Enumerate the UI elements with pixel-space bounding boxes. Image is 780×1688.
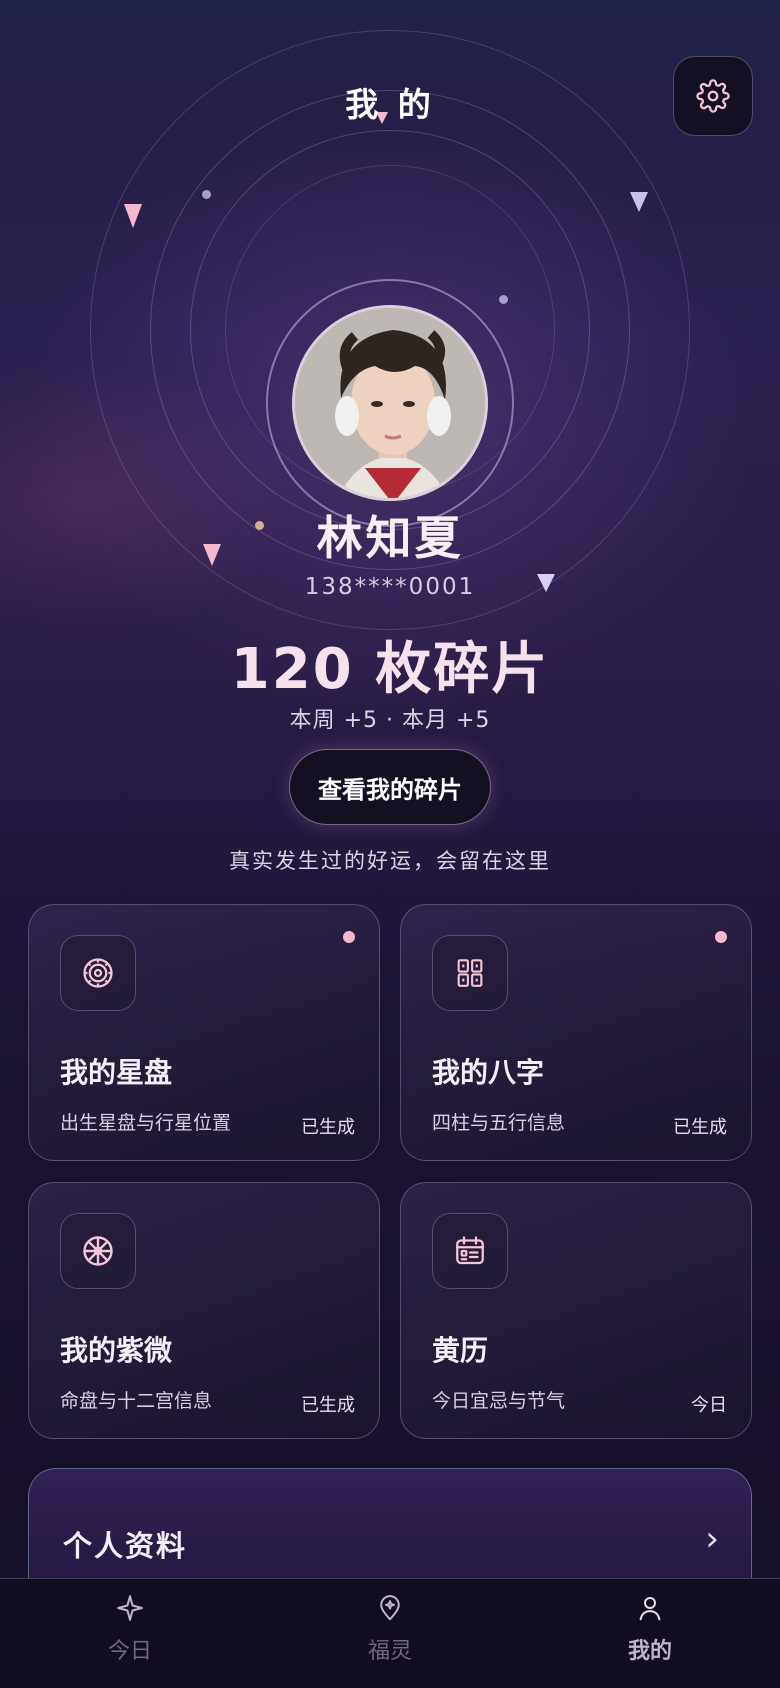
- card-icon-box: [60, 935, 136, 1011]
- sparkle-icon: [117, 1595, 143, 1621]
- card-icon-box: [432, 935, 508, 1011]
- wheel-icon: [83, 1236, 113, 1266]
- card-status: 已生成: [301, 1395, 355, 1416]
- avatar[interactable]: [292, 305, 488, 501]
- shard-icon: [630, 192, 648, 212]
- tab-mine[interactable]: 我的: [520, 1579, 780, 1688]
- astrolabe-icon: [83, 958, 113, 988]
- card-almanac[interactable]: 黄历 今日宜忌与节气 今日: [400, 1182, 752, 1439]
- card-title: 我的星盘: [60, 1056, 173, 1089]
- shard-icon: [124, 204, 142, 228]
- tagline: 真实发生过的好运，会留在这里: [229, 849, 551, 873]
- user-name: 林知夏: [316, 511, 464, 565]
- card-icon-box: [60, 1213, 136, 1289]
- card-description: 今日宜忌与节气: [432, 1390, 566, 1412]
- card-bazi[interactable]: 我的八字 四柱与五行信息 已生成: [400, 904, 752, 1161]
- card-description: 四柱与五行信息: [432, 1112, 566, 1134]
- card-status: 已生成: [673, 1117, 727, 1138]
- card-title: 黄历: [432, 1334, 489, 1367]
- tab-label: 福灵: [367, 1639, 412, 1664]
- user-phone: 138****0001: [304, 574, 476, 600]
- card-description: 命盘与十二宫信息: [60, 1390, 213, 1412]
- tab-fuling[interactable]: 福灵: [260, 1579, 520, 1688]
- personal-profile-title: 个人资料: [63, 1529, 188, 1563]
- avatar-portrait: [295, 308, 485, 498]
- card-title: 我的紫微: [60, 1334, 173, 1367]
- page-title: 我 的: [345, 85, 435, 124]
- view-shards-button[interactable]: 查看我的碎片: [289, 749, 491, 825]
- card-icon-box: [432, 1213, 508, 1289]
- card-star-chart[interactable]: 我的星盘 出生星盘与行星位置 已生成: [28, 904, 380, 1161]
- new-indicator-dot: [343, 931, 355, 943]
- shard-stats: 本周 +5 · 本月 +5: [289, 708, 491, 733]
- card-title: 我的八字: [432, 1056, 545, 1089]
- star-dot: [499, 295, 508, 304]
- grid-icon: [457, 959, 483, 987]
- bottom-tab-bar: 今日 福灵 我的: [0, 1578, 780, 1688]
- tab-label: 今日: [107, 1639, 152, 1664]
- card-status: 今日: [691, 1395, 727, 1416]
- card-description: 出生星盘与行星位置: [60, 1112, 232, 1134]
- gear-icon: [696, 79, 730, 113]
- tab-label: 我的: [627, 1639, 672, 1664]
- new-indicator-dot: [715, 931, 727, 943]
- settings-button[interactable]: [673, 56, 753, 136]
- calendar-icon: [456, 1236, 484, 1265]
- location-pin-icon: [380, 1595, 400, 1621]
- star-dot: [202, 190, 211, 199]
- card-ziwei[interactable]: 我的紫微 命盘与十二宫信息 已生成: [28, 1182, 380, 1439]
- chevron-right-icon: ›: [705, 1519, 719, 1559]
- user-icon: [639, 1597, 661, 1621]
- card-status: 已生成: [301, 1117, 355, 1138]
- shard-count: 120 枚碎片: [230, 637, 550, 702]
- tab-today[interactable]: 今日: [0, 1579, 260, 1688]
